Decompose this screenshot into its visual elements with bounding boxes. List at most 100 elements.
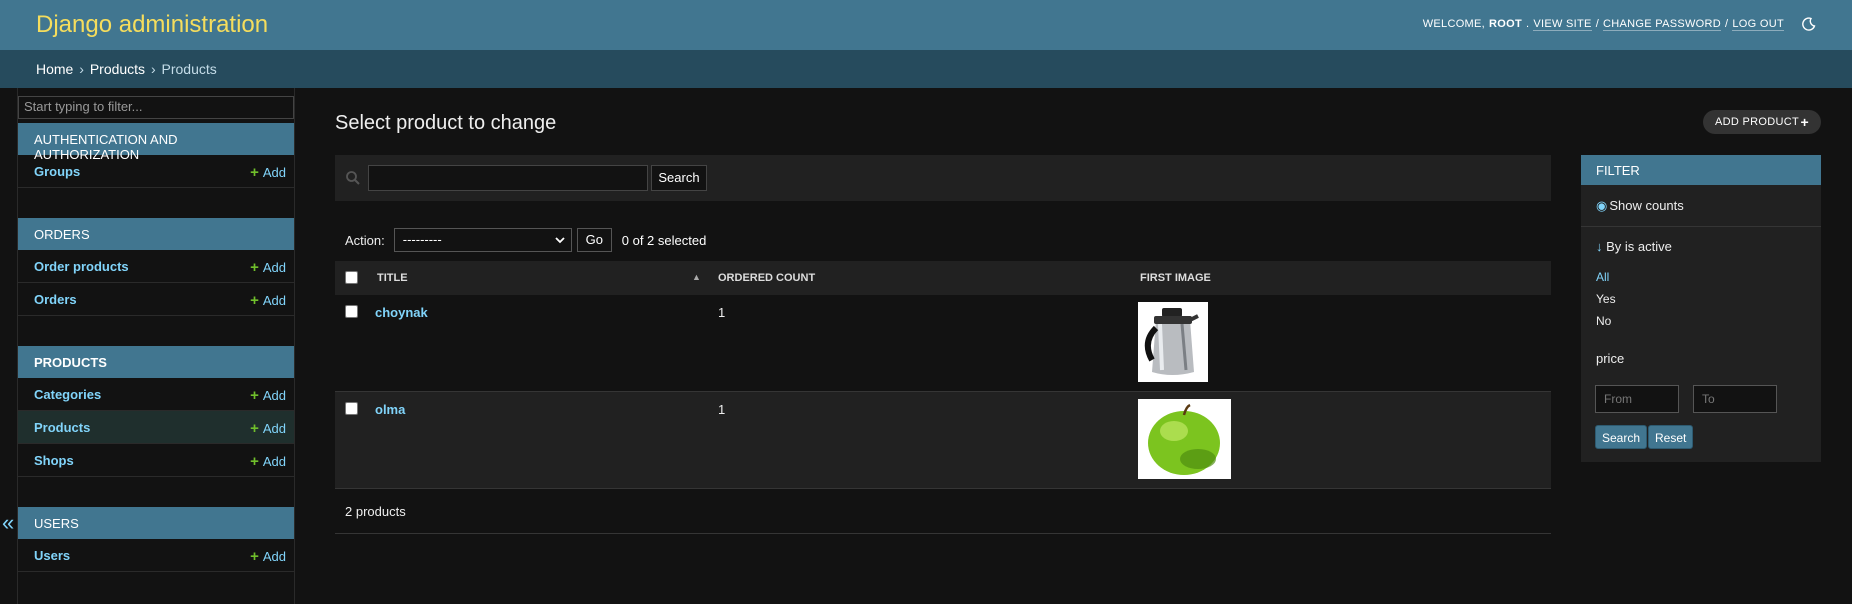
- add-groups-button[interactable]: + Add: [250, 164, 286, 181]
- nav-sidebar: Start typing to filter... Authentication…: [18, 88, 295, 604]
- column-header-ordered-count[interactable]: Ordered count: [718, 272, 815, 284]
- row-title-link[interactable]: choynak: [375, 305, 428, 320]
- plus-icon: +: [250, 387, 259, 404]
- add-order-products-button[interactable]: + Add: [250, 259, 286, 276]
- site-branding[interactable]: Django administration: [36, 11, 268, 39]
- theme-toggle-moon-icon[interactable]: [1802, 17, 1816, 31]
- show-counts-label: Show counts: [1609, 198, 1684, 213]
- filter-heading-price: price: [1596, 351, 1625, 366]
- sidebar-item-products[interactable]: Products + Add: [18, 411, 294, 444]
- kettle-thumbnail-image: [1138, 302, 1208, 382]
- search-input[interactable]: [368, 165, 648, 191]
- module-caption-users[interactable]: Users: [18, 507, 294, 539]
- log-out-link[interactable]: Log out: [1732, 18, 1784, 31]
- row-ordered-count: 1: [718, 402, 726, 417]
- sidebar-item-users[interactable]: Users + Add: [18, 539, 294, 572]
- toggle-sidebar-button[interactable]: «: [0, 88, 18, 604]
- breadcrumb-separator: ›: [79, 61, 84, 77]
- row-ordered-count: 1: [718, 305, 726, 320]
- sidebar-item-label[interactable]: Categories: [34, 387, 101, 402]
- action-select[interactable]: ---------: [393, 228, 572, 252]
- add-products-button[interactable]: + Add: [250, 420, 286, 437]
- show-counts-link[interactable]: ◉ Show counts: [1581, 185, 1821, 227]
- table-row: choynak 1: [335, 295, 1551, 392]
- search-icon: [345, 170, 361, 186]
- plus-icon: +: [250, 164, 259, 181]
- filter-heading-label: By is active: [1606, 239, 1672, 254]
- add-orders-button[interactable]: + Add: [250, 292, 286, 309]
- breadcrumb-home[interactable]: Home: [36, 61, 73, 77]
- result-table: Title ▲ Ordered count First image choyna…: [335, 261, 1551, 489]
- filter-heading-is-active[interactable]: ↓ By is active: [1581, 239, 1821, 254]
- actions-bar: Action: --------- Go 0 of 2 selected: [345, 228, 706, 252]
- plus-icon: +: [250, 548, 259, 565]
- collapse-chevron-icon: «: [2, 510, 15, 535]
- table-row: olma 1: [335, 392, 1551, 489]
- sidebar-item-order-products[interactable]: Order products + Add: [18, 250, 294, 283]
- price-from-input[interactable]: From: [1595, 385, 1679, 413]
- row-checkbox[interactable]: [345, 305, 358, 318]
- view-site-link[interactable]: View site: [1533, 18, 1592, 31]
- module-products: Products Categories + Add Products + Add S…: [18, 346, 294, 477]
- row-title-link[interactable]: olma: [375, 402, 405, 417]
- username: root: [1489, 18, 1522, 30]
- go-button[interactable]: Go: [576, 228, 612, 252]
- eye-icon: ◉: [1596, 198, 1608, 213]
- separator: /: [1595, 18, 1600, 30]
- sidebar-item-label[interactable]: Users: [34, 548, 70, 563]
- selection-counter: 0 of 2 selected: [621, 232, 707, 248]
- price-to-input[interactable]: To: [1693, 385, 1777, 413]
- module-users: Users Users + Add: [18, 507, 294, 572]
- sidebar-item-label[interactable]: Groups: [34, 164, 80, 179]
- add-users-button[interactable]: + Add: [250, 548, 286, 565]
- welcome-text: Welcome,: [1422, 18, 1486, 30]
- module-caption-orders[interactable]: Orders: [18, 218, 294, 250]
- column-header-title[interactable]: Title: [377, 272, 408, 284]
- breadcrumb-current: Products: [161, 61, 217, 77]
- breadcrumb-app[interactable]: Products: [90, 61, 145, 77]
- search-button[interactable]: Search: [651, 165, 707, 191]
- table-header: Title ▲ Ordered count First image: [335, 261, 1551, 295]
- header: Django administration Welcome, root. Vie…: [0, 0, 1852, 50]
- module-caption-products[interactable]: Products: [18, 346, 294, 378]
- column-header-first-image: First image: [1140, 272, 1211, 284]
- row-checkbox[interactable]: [345, 402, 358, 415]
- sort-ascending-icon[interactable]: ▲: [692, 272, 701, 282]
- price-search-button[interactable]: Search: [1595, 425, 1648, 449]
- sidebar-item-label[interactable]: Orders: [34, 292, 77, 307]
- breadcrumb: Home › Products › Products: [0, 50, 1852, 88]
- paginator: 2 products: [335, 492, 1551, 534]
- change-password-link[interactable]: Change password: [1603, 18, 1722, 31]
- price-reset-button[interactable]: Reset: [1648, 425, 1694, 449]
- sidebar-item-groups[interactable]: Groups + Add: [18, 155, 294, 188]
- sidebar-item-label[interactable]: Products: [34, 420, 90, 435]
- sidebar-item-orders[interactable]: Orders + Add: [18, 283, 294, 316]
- filter-choice-all[interactable]: All: [1581, 266, 1821, 288]
- filter-title: Filter: [1581, 155, 1821, 185]
- add-categories-button[interactable]: + Add: [250, 387, 286, 404]
- select-all-checkbox[interactable]: [345, 271, 358, 284]
- sidebar-item-shops[interactable]: Shops + Add: [18, 444, 294, 477]
- search-toolbar: Search: [335, 155, 1551, 201]
- sidebar-item-label[interactable]: Shops: [34, 453, 74, 468]
- user-tools: Welcome, root. View site / Change passwo…: [1423, 17, 1816, 31]
- green-apple-thumbnail-image: [1138, 399, 1231, 479]
- sidebar-item-label[interactable]: Order products: [34, 259, 129, 274]
- add-shops-button[interactable]: + Add: [250, 453, 286, 470]
- sidebar-filter-input[interactable]: Start typing to filter...: [18, 96, 294, 119]
- filter-choice-yes[interactable]: Yes: [1581, 288, 1821, 310]
- module-auth: Authentication and Authorization Groups …: [18, 123, 294, 188]
- action-label: Action:: [345, 232, 385, 248]
- module-caption-auth[interactable]: Authentication and Authorization: [18, 123, 294, 162]
- filter-choice-no[interactable]: No: [1581, 310, 1821, 332]
- arrow-down-icon: ↓: [1596, 239, 1603, 254]
- plus-icon: +: [250, 420, 259, 437]
- module-orders: Orders Order products + Add Orders + Add: [18, 218, 294, 316]
- changelist-filter: Filter ◉ Show counts ↓ By is active All Y…: [1581, 155, 1821, 462]
- plus-icon: +: [250, 259, 259, 276]
- add-product-label: Add product: [1715, 116, 1799, 128]
- sidebar-item-categories[interactable]: Categories + Add: [18, 378, 294, 411]
- page-title: Select product to change: [335, 112, 557, 134]
- add-product-button[interactable]: Add product +: [1703, 110, 1821, 134]
- action-select-value: ---------: [402, 232, 442, 247]
